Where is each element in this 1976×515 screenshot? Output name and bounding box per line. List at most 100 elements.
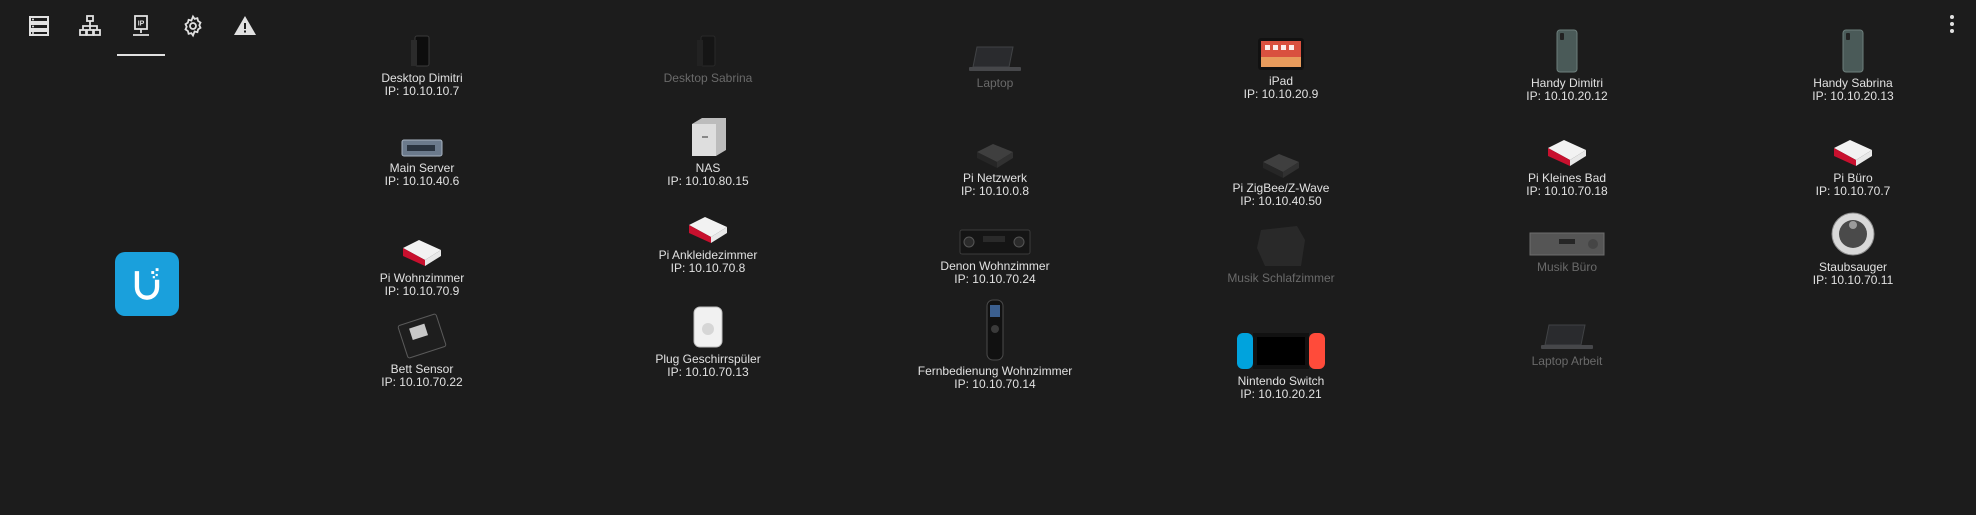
remote-icon xyxy=(875,299,1115,361)
warning-icon xyxy=(234,16,256,35)
device-ip: IP: 10.10.70.7 xyxy=(1815,184,1891,198)
device-name: Handy Sabrina xyxy=(1813,76,1893,90)
device-tile[interactable]: Nintendo Switch IP: 10.10.20.21 xyxy=(1161,309,1401,401)
av-receiver-icon xyxy=(875,208,1115,256)
tab-ip-addresses[interactable]: IP xyxy=(117,6,165,56)
laptop-icon xyxy=(1447,303,1687,351)
speaker-icon xyxy=(1161,212,1401,268)
device-name: Pi Netzwerk xyxy=(962,171,1027,185)
server-list-icon xyxy=(29,16,49,36)
tab-settings[interactable] xyxy=(169,6,217,46)
phone-icon xyxy=(1733,27,1973,73)
device-ip: IP: 10.10.20.13 xyxy=(1812,89,1894,103)
device-name: Fernbedienung Wohnzimmer xyxy=(917,364,1073,378)
device-tile[interactable]: Laptop Arbeit xyxy=(1447,303,1687,368)
device-ip: IP: 10.10.20.21 xyxy=(1240,387,1322,401)
smart-plug-icon xyxy=(588,301,828,349)
device-tile[interactable]: Pi Netzwerk IP: 10.10.0.8 xyxy=(875,120,1115,198)
device-name: Main Server xyxy=(389,161,455,175)
device-name: Desktop Dimitri xyxy=(381,71,463,85)
device-ip: IP: 10.10.40.6 xyxy=(384,174,460,188)
device-name: Pi ZigBee/Z-Wave xyxy=(1232,181,1330,195)
device-tile[interactable]: Plug Geschirrspüler IP: 10.10.70.13 xyxy=(588,301,828,379)
tab-alerts[interactable] xyxy=(221,6,269,46)
pi-case-red-icon xyxy=(302,220,542,268)
tablet-icon xyxy=(1161,31,1401,71)
device-ip: IP: 10.10.70.11 xyxy=(1812,273,1894,287)
device-tile[interactable]: Pi Kleines Bad IP: 10.10.70.18 xyxy=(1447,120,1687,198)
device-name: Nintendo Switch xyxy=(1237,374,1325,388)
unifi-logo-icon xyxy=(134,268,160,300)
device-name: Musik Schlafzimmer xyxy=(1227,271,1335,285)
device-name: Staubsauger xyxy=(1818,260,1888,274)
device-tile[interactable]: Musik Schlafzimmer xyxy=(1161,212,1401,285)
device-ip: IP: 10.10.20.12 xyxy=(1526,89,1608,103)
device-tile[interactable]: Main Server IP: 10.10.40.6 xyxy=(302,110,542,188)
device-ip: IP: 10.10.80.15 xyxy=(667,174,749,188)
amplifier-icon xyxy=(1447,211,1687,257)
device-ip: IP: 10.10.20.9 xyxy=(1243,87,1319,101)
svg-text:IP: IP xyxy=(138,21,145,28)
device-name: iPad xyxy=(1268,74,1294,88)
game-console-icon xyxy=(1161,309,1401,371)
phone-icon xyxy=(1447,27,1687,73)
nas-icon xyxy=(588,110,828,158)
tab-network[interactable] xyxy=(66,6,114,46)
device-tile[interactable]: NAS IP: 10.10.80.15 xyxy=(588,110,828,188)
device-name: Pi Büro xyxy=(1833,171,1873,185)
device-ip: IP: 10.10.70.8 xyxy=(670,261,746,275)
device-ip: IP: 10.10.70.13 xyxy=(667,365,749,379)
device-name: Musik Büro xyxy=(1536,260,1598,274)
pi-case-dark-icon xyxy=(1161,130,1401,178)
device-tile[interactable]: Laptop xyxy=(875,29,1115,90)
device-name: Denon Wohnzimmer xyxy=(940,259,1050,273)
device-name: Pi Wohnzimmer xyxy=(379,271,465,285)
device-name: Desktop Sabrina xyxy=(663,71,753,85)
tab-devices[interactable] xyxy=(15,6,63,46)
desktop-icon xyxy=(302,20,542,68)
robot-vacuum-icon xyxy=(1733,209,1973,257)
device-name: Pi Ankleidezimmer xyxy=(658,248,758,262)
device-ip: IP: 10.10.70.14 xyxy=(954,377,1036,391)
server-icon xyxy=(302,110,542,158)
device-tile[interactable]: Handy Dimitri IP: 10.10.20.12 xyxy=(1447,27,1687,103)
pi-case-red-icon xyxy=(588,197,828,245)
device-name: Bett Sensor xyxy=(390,362,454,376)
device-ip: IP: 10.10.10.7 xyxy=(384,84,460,98)
pi-case-red-icon xyxy=(1733,120,1973,168)
network-icon xyxy=(79,15,101,36)
ip-network-icon: IP xyxy=(133,15,149,36)
device-tile[interactable]: iPad IP: 10.10.20.9 xyxy=(1161,31,1401,101)
unifi-logo xyxy=(115,252,179,316)
device-tile[interactable]: Musik Büro xyxy=(1447,211,1687,274)
device-ip: IP: 10.10.0.8 xyxy=(960,184,1030,198)
device-tile[interactable]: Pi Ankleidezimmer IP: 10.10.70.8 xyxy=(588,197,828,275)
device-ip: IP: 10.10.40.50 xyxy=(1240,194,1322,208)
laptop-icon xyxy=(875,29,1115,73)
device-tile[interactable]: Handy Sabrina IP: 10.10.20.13 xyxy=(1733,27,1973,103)
device-ip: IP: 10.10.70.22 xyxy=(381,375,463,389)
device-ip: IP: 10.10.70.9 xyxy=(384,284,460,298)
device-tile[interactable]: Denon Wohnzimmer IP: 10.10.70.24 xyxy=(875,208,1115,286)
device-tile[interactable]: Staubsauger IP: 10.10.70.11 xyxy=(1733,209,1973,287)
device-tile[interactable]: Bett Sensor IP: 10.10.70.22 xyxy=(302,303,542,389)
device-name: Laptop xyxy=(976,76,1014,90)
esp-board-icon xyxy=(302,303,542,359)
device-name: Laptop Arbeit xyxy=(1531,354,1603,368)
pi-case-dark-icon xyxy=(875,120,1115,168)
device-tile[interactable]: Pi Wohnzimmer IP: 10.10.70.9 xyxy=(302,220,542,298)
gear-icon xyxy=(184,14,202,38)
device-tile[interactable]: Pi ZigBee/Z-Wave IP: 10.10.40.50 xyxy=(1161,130,1401,208)
device-tile[interactable]: Desktop Sabrina xyxy=(588,20,828,85)
device-name: Plug Geschirrspüler xyxy=(655,352,761,366)
device-tile[interactable]: Fernbedienung Wohnzimmer IP: 10.10.70.14 xyxy=(875,299,1115,391)
device-name: NAS xyxy=(695,161,721,175)
device-name: Pi Kleines Bad xyxy=(1527,171,1607,185)
device-name: Handy Dimitri xyxy=(1530,76,1603,90)
device-ip: IP: 10.10.70.24 xyxy=(954,272,1036,286)
device-ip: IP: 10.10.70.18 xyxy=(1526,184,1608,198)
device-tile[interactable]: Pi Büro IP: 10.10.70.7 xyxy=(1733,120,1973,198)
pi-case-red-icon xyxy=(1447,120,1687,168)
device-tile[interactable]: Desktop Dimitri IP: 10.10.10.7 xyxy=(302,20,542,98)
desktop-icon xyxy=(588,20,828,68)
